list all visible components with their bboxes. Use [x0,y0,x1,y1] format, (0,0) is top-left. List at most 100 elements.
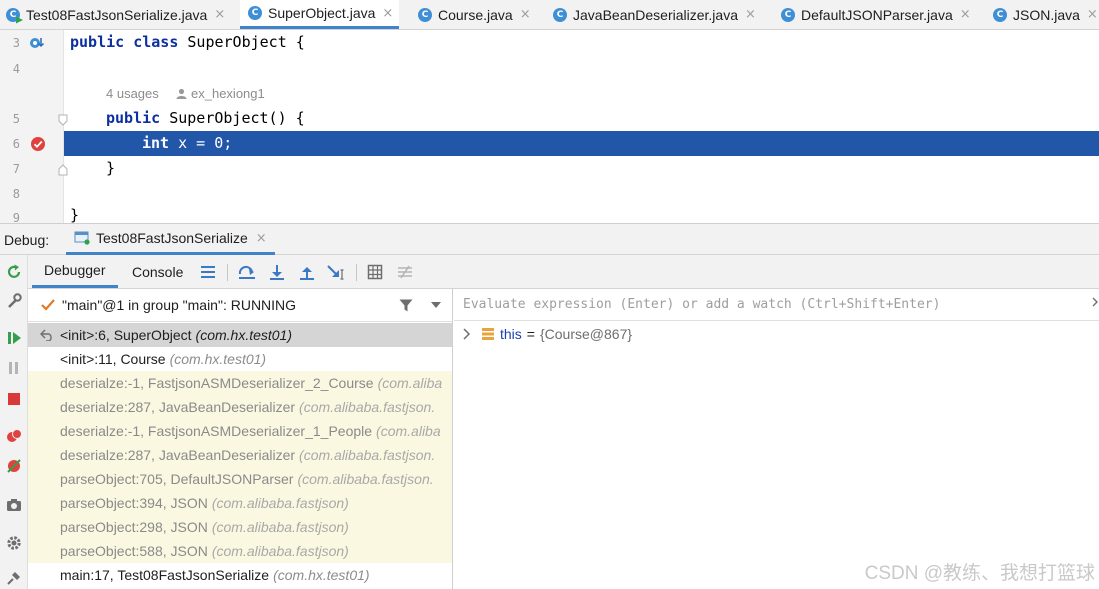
step-out-button[interactable] [296,261,318,283]
chevron-right-icon[interactable] [463,328,471,340]
frame-package: (com.alibaba.fastjson. [299,447,436,463]
tab-superobject[interactable]: C SuperObject.java × [240,0,400,29]
implemented-marker-icon[interactable] [29,36,45,50]
step-over-icon [238,265,255,279]
pin-button[interactable] [3,567,25,589]
line-number: 5 [12,112,20,126]
frame-method: deserialze:287, JavaBeanDeserializer [60,447,296,463]
frame-item[interactable]: parseObject:588, JSON (com.alibaba.fastj… [28,539,452,563]
class-main-icon: C [6,7,20,22]
close-icon[interactable]: × [1087,7,1098,22]
evaluate-expression-input[interactable] [454,289,1099,321]
view-breakpoints-button[interactable] [3,425,25,447]
drop-frame-icon[interactable] [40,329,54,341]
step-over-button[interactable] [236,261,258,283]
step-into-button[interactable] [266,261,288,283]
run-to-cursor-button[interactable] [326,261,348,283]
frame-item[interactable]: main:17, Test08FastJsonSerialize (com.hx… [28,563,452,587]
close-icon[interactable]: × [520,7,531,22]
frame-package: (com.aliba [376,423,441,439]
frame-item[interactable]: <init>:6, SuperObject (com.hx.test01) [28,323,452,347]
stop-button[interactable] [3,388,25,410]
tab-defaultjsonparser[interactable]: C DefaultJSONParser.java × [781,0,971,29]
user-icon [176,88,187,99]
line-number: 6 [12,137,20,151]
expand-arrow-icon[interactable] [1092,297,1098,307]
code-line-9: } [70,206,80,223]
modify-run-config-button[interactable] [3,290,25,312]
frames-panel: "main"@1 in group "main": RUNNING <init>… [28,289,453,589]
class-icon: C [781,7,795,22]
tab-test08fastjsonserialize[interactable]: C Test08FastJsonSerialize.java × [6,0,225,29]
frame-item[interactable]: deserialze:-1, FastjsonASMDeserializer_2… [28,371,452,395]
frame-method: parseObject:394, JSON [60,495,208,511]
class-icon: C [993,7,1007,22]
line-number: 3 [12,36,20,50]
evaluate-expression-button[interactable] [364,261,386,283]
rerun-button[interactable] [3,261,25,283]
frame-item[interactable]: deserialze:287, JavaBeanDeserializer (co… [28,395,452,419]
mute-breakpoints-button[interactable] [3,455,25,477]
frame-method: deserialze:-1, FastjsonASMDeserializer_1… [60,423,373,439]
tab-json[interactable]: C JSON.java × [993,0,1098,29]
frame-item[interactable]: parseObject:298, JSON (com.alibaba.fastj… [28,515,452,539]
frame-item[interactable]: deserialze:287, JavaBeanDeserializer (co… [28,443,452,467]
tab-javabeandeserializer[interactable]: C JavaBeanDeserializer.java × [553,0,756,29]
thread-selector[interactable]: "main"@1 in group "main": RUNNING [28,289,452,322]
frame-method: main:17, Test08FastJsonSerialize [60,567,270,583]
pause-button[interactable] [3,357,25,379]
code-line-3: public class SuperObject { [70,33,305,51]
frame-item[interactable]: <init>:11, Course (com.hx.test01) [28,347,452,371]
gear-icon [7,536,21,550]
screenshot-button[interactable] [3,494,25,516]
mute-breakpoints-icon [7,459,21,473]
debug-side-toolbar [0,255,28,589]
close-icon[interactable]: × [382,6,393,21]
frame-package: (com.aliba [377,375,443,391]
line-number: 9 [12,211,20,223]
author-hint[interactable]: ex_hexiong1 [191,86,265,101]
code-line-7: } [106,159,116,177]
resume-icon [8,332,21,344]
frame-method: parseObject:588, JSON [60,543,208,559]
field-icon [482,328,494,340]
tab-console[interactable]: Console [122,255,193,288]
watermark: CSDN @教练、我想打篮球 [864,563,1095,584]
line-number: 4 [12,62,20,76]
frame-package: (com.alibaba.fastjson) [211,519,349,535]
debug-title: Debug: [4,232,50,248]
class-icon: C [248,6,262,20]
trace-current-stream-button[interactable] [394,261,416,283]
filter-icon[interactable] [399,299,413,312]
variable-row[interactable]: this = {Course@867} [454,322,632,346]
close-icon[interactable]: × [214,7,225,22]
usages-hint[interactable]: 4 usages [106,86,159,101]
fold-icon[interactable] [58,114,68,126]
close-icon[interactable]: × [256,231,267,246]
breakpoint-icon[interactable] [30,136,46,152]
checkmark-icon [41,299,55,311]
variable-equals: = [526,326,535,342]
fold-icon[interactable] [58,164,68,176]
frame-item[interactable]: parseObject:394, JSON (com.alibaba.fastj… [28,491,452,515]
frame-package: (com.alibaba.fastjson. [299,399,436,415]
frame-package: (com.hx.test01) [195,327,293,343]
resume-button[interactable] [3,327,25,349]
code-editor[interactable]: 3 4 5 6 7 8 9 public class SuperObject {… [0,30,1099,223]
debug-session-tab[interactable]: Test08FastJsonSerialize × [66,224,275,255]
line-number: 7 [12,162,20,176]
layout-menu-button[interactable] [197,261,219,283]
tab-course[interactable]: C Course.java × [418,0,531,29]
frame-item[interactable]: parseObject:705, DefaultJSONParser (com.… [28,467,452,491]
frame-item[interactable]: deserialze:-1, FastjsonASMDeserializer_1… [28,419,452,443]
close-icon[interactable]: × [960,7,971,22]
inlay-hints[interactable]: 4 usages ex_hexiong1 [106,86,265,101]
close-icon[interactable]: × [745,7,756,22]
debug-session-label: Test08FastJsonSerialize [96,230,248,246]
tab-debugger[interactable]: Debugger [32,255,118,288]
chevron-down-icon[interactable] [431,302,441,308]
pause-icon [9,362,18,374]
editor-gutter[interactable]: 3 4 5 6 7 8 9 [0,30,68,223]
settings-button[interactable] [3,532,25,554]
tab-label: DefaultJSONParser.java [801,6,953,23]
